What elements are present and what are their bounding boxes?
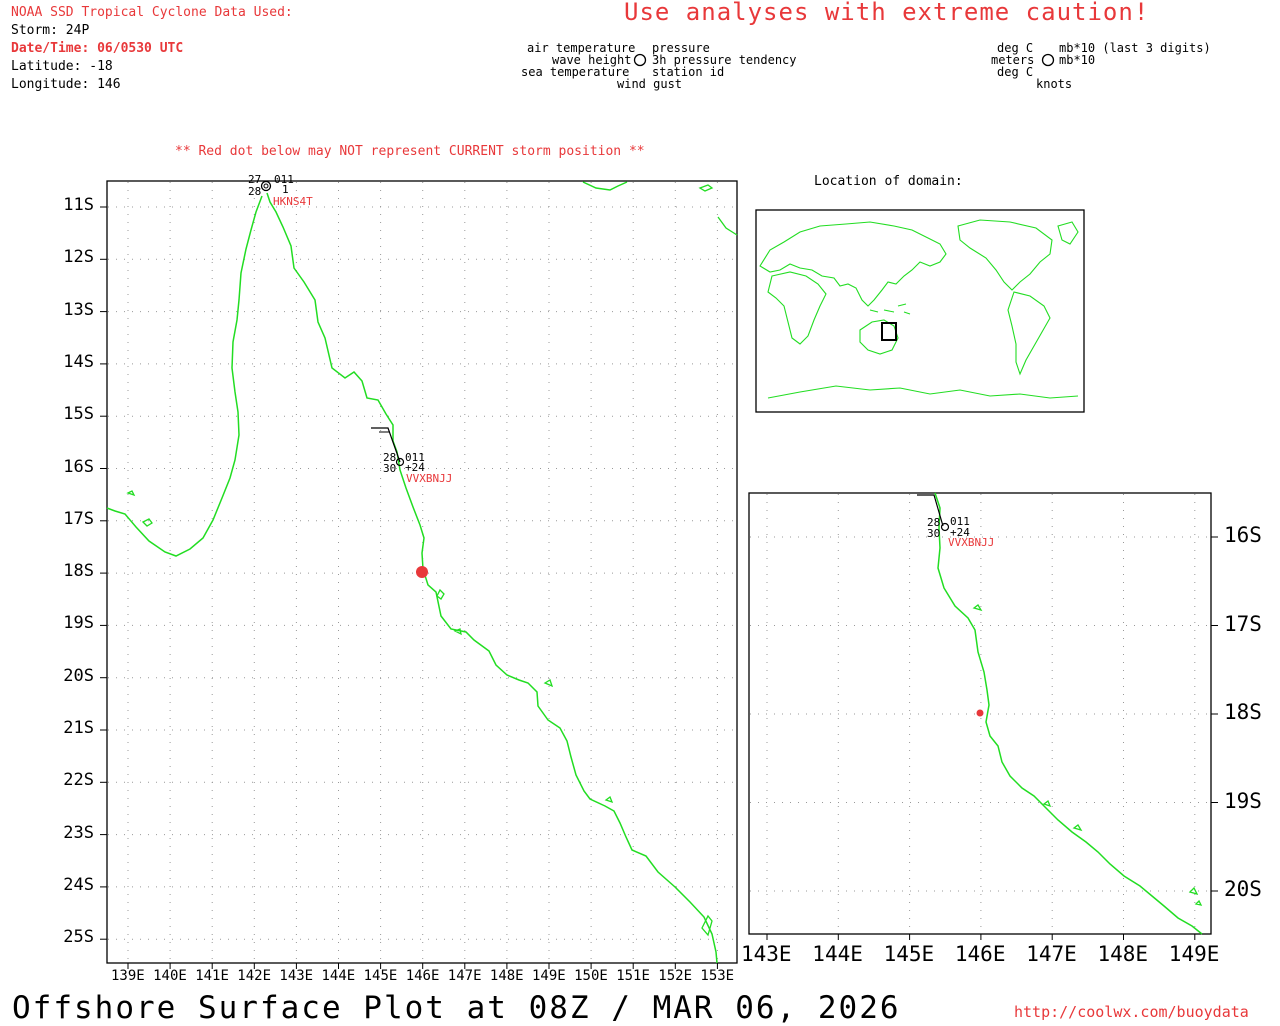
- lat-label-24s: 24S: [63, 874, 94, 895]
- lat-label-23s: 23S: [63, 822, 94, 843]
- zoom-lat-label-17s: 17S: [1224, 611, 1262, 636]
- inset-world-map: [755, 209, 1085, 413]
- station-vvxbnjj-sea-temp: 30: [383, 462, 396, 475]
- main-coastline-png: [582, 181, 628, 191]
- lat-label-15s: 15S: [63, 404, 94, 425]
- main-map-ticks: [100, 206, 718, 969]
- main-island-ne: [698, 184, 714, 192]
- main-coastline-gulf: [106, 195, 263, 557]
- lon-label-149e: 149E: [532, 968, 566, 984]
- legend-units-circle: [1041, 53, 1055, 67]
- lat-label-13s: 13S: [63, 299, 94, 320]
- lon-label-153e: 153E: [700, 968, 735, 984]
- zoom-lon-label-149e: 149E: [1168, 942, 1220, 966]
- lon-label-151e: 151E: [616, 968, 650, 984]
- lon-label-144e: 144E: [321, 968, 356, 984]
- lon-label-146e: 146E: [405, 968, 440, 984]
- lat-label-17s: 17S: [63, 508, 94, 529]
- lat-label-21s: 21S: [63, 718, 94, 738]
- lon-label-139e: 139E: [111, 968, 145, 984]
- main-island-small: [126, 490, 136, 497]
- zoom-lon-label-145e: 145E: [883, 942, 935, 966]
- lon-label-145e: 145E: [363, 968, 398, 984]
- zoom-lon-label-144e: 144E: [812, 942, 863, 966]
- zoom-storm-dot[interactable]: [976, 709, 984, 717]
- lat-label-25s: 25S: [63, 927, 94, 948]
- lon-label-148e: 148E: [489, 968, 524, 984]
- zoom-lon-label-147e: 147E: [1026, 942, 1077, 966]
- zoom-lat-label-20s: 20S: [1224, 877, 1262, 901]
- lat-label-14s: 14S: [63, 351, 94, 372]
- zoom-lon-label-143e: 143E: [741, 942, 792, 966]
- main-island-mornington: [141, 518, 153, 527]
- lon-label-143e: 143E: [279, 968, 314, 984]
- zoom-coastline: [934, 492, 1203, 935]
- lat-label-11s: 11S: [63, 195, 94, 215]
- station-hkns4t-sea-temp: 28: [248, 185, 261, 198]
- station-vvxbnjj-id: VVXBNJJ: [406, 472, 452, 485]
- legend-station-circle: [633, 53, 647, 67]
- main-island-hinchinbrook: [436, 588, 445, 600]
- zoom-lat-label-16s: 16S: [1224, 523, 1262, 547]
- lon-label-152e: 152E: [658, 968, 693, 984]
- zoom-station-id: VVXBNJJ: [948, 536, 994, 549]
- zoom-map: 28 30 011 +24 VVXBNJJ: [748, 492, 1218, 940]
- plot-title: Offshore Surface Plot at 08Z / MAR 06, 2…: [12, 990, 901, 1026]
- lat-label-20s: 20S: [63, 665, 94, 686]
- station-hkns4t-circle: [260, 180, 272, 192]
- main-coastline-torres: [717, 216, 738, 236]
- lat-label-16s: 16S: [63, 456, 94, 477]
- lat-label-19s: 19S: [63, 613, 94, 634]
- lon-label-140e: 140E: [153, 968, 187, 984]
- source-url-link[interactable]: http://coolwx.com/buoydata: [1014, 1003, 1249, 1021]
- lon-label-147e: 147E: [447, 968, 482, 984]
- lon-label-141e: 141E: [195, 968, 229, 984]
- lon-label-150e: 150E: [574, 968, 608, 984]
- lat-label-22s: 22S: [63, 770, 94, 791]
- lon-label-142e: 142E: [237, 968, 272, 984]
- lat-label-18s: 18S: [63, 561, 94, 582]
- map-graphics: 27 28 011 1 HKNS4T 28 30 011 +24 VVXBNJJ: [100, 53, 1218, 969]
- zoom-station-circle[interactable]: [940, 522, 950, 532]
- main-coastline-qld: [266, 192, 718, 964]
- station-hkns4t[interactable]: [260, 180, 272, 192]
- main-map: 27 28 011 1 HKNS4T 28 30 011 +24 VVXBNJJ: [100, 173, 738, 969]
- zoom-station-sea-temp: 30: [927, 527, 940, 540]
- zoom-lon-label-146e: 146E: [954, 942, 1006, 966]
- inset-frame: [755, 209, 1085, 413]
- zoom-lat-label-18s: 18S: [1224, 700, 1262, 724]
- zoom-lon-label-148e: 148E: [1097, 942, 1149, 966]
- zoom-lat-label-19s: 19S: [1224, 788, 1262, 813]
- lat-label-12s: 12S: [63, 247, 94, 268]
- storm-position-dot[interactable]: [416, 566, 428, 578]
- station-hkns4t-inner: [263, 183, 269, 189]
- station-hkns4t-id: HKNS4T: [273, 195, 313, 208]
- main-islets: [453, 628, 614, 804]
- zoom-islets: [972, 604, 1203, 906]
